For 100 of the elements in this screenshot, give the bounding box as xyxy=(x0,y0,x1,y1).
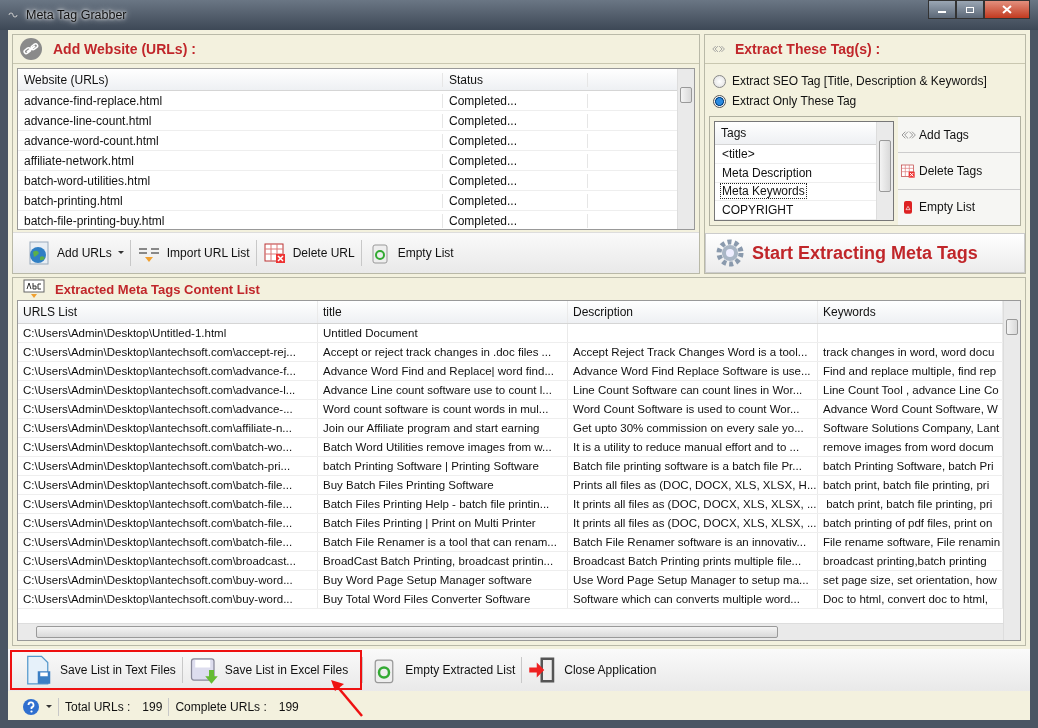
table-cell-text: batch print, batch file printing, pri xyxy=(825,498,993,510)
table-cell: broadcast printing,batch printing xyxy=(823,555,987,567)
table-cell: Advance Word Find Replace Software is use... xyxy=(573,365,811,377)
column-header[interactable]: Description xyxy=(568,301,818,323)
close-icon xyxy=(1002,5,1012,14)
table-cell: Find and replace multiple, find rep xyxy=(823,365,997,377)
scrollbar[interactable] xyxy=(677,69,694,229)
table-cell: Accept Reject Track Changes Word is a tool... xyxy=(573,346,808,358)
table-cell: Accept or reject track changes in .doc files ... xyxy=(323,346,552,358)
status-value: 199 xyxy=(142,700,163,714)
table-cell: C:\Users\Admin\Desktop\lantechsoft.com\broadcast... xyxy=(23,555,296,567)
close-button[interactable] xyxy=(984,0,1030,19)
toolbar-button[interactable]: Delete URL xyxy=(256,239,361,267)
table-cell: Advance Word Find and Replace| word find... xyxy=(323,365,554,377)
table-cell: batch-printing.html xyxy=(18,193,443,208)
table-cell: batch printing of pdf files, print on xyxy=(823,517,993,529)
table-cell: Advance Word Count Software, W xyxy=(823,403,998,415)
table-cell: affiliate-network.html xyxy=(18,153,443,168)
gear-icon xyxy=(716,239,744,267)
radio-label[interactable]: Extract Only These Tag xyxy=(732,94,857,108)
section-heading: Extracted Meta Tags Content List xyxy=(55,281,260,297)
column-header[interactable]: title xyxy=(318,301,568,323)
table-cell: Buy Total Word Files Converter Software xyxy=(323,593,531,605)
toolbar-button[interactable]: Add URLs xyxy=(21,239,130,267)
list-item[interactable]: COPYRIGHT xyxy=(720,202,796,219)
table-cell: batch Printing Software, batch Pri xyxy=(823,460,994,472)
table-cell: Join our Affiliate program and start earning xyxy=(323,422,540,434)
scrollbar[interactable] xyxy=(876,122,893,220)
table-cell: advance-word-count.html xyxy=(18,133,443,148)
tag-action-button[interactable]: Delete Tags xyxy=(898,153,1020,190)
status-value: 199 xyxy=(278,700,299,714)
column-header[interactable]: Website (URLs) xyxy=(18,72,443,87)
toolbar-button[interactable]: Empty List xyxy=(361,239,460,267)
table-cell: set page size, set orientation, how xyxy=(823,574,997,586)
table-cell: Buy Word Page Setup Manager software xyxy=(323,574,532,586)
caret-icon[interactable] xyxy=(46,705,52,709)
window-title: Meta Tag Grabber xyxy=(26,8,127,22)
table-cell: C:\Users\Admin\Desktop\lantechsoft.com\batch-wo... xyxy=(23,441,293,453)
table-cell: Buy Batch Files Printing Software xyxy=(323,479,494,491)
table-cell: C:\Users\Admin\Desktop\lantechsoft.com\batch-file... xyxy=(23,536,293,548)
minimize-button[interactable] xyxy=(928,0,956,19)
table-cell: remove images from word docum xyxy=(823,441,994,453)
table-cell: Software which can converts multiple word... xyxy=(573,593,800,605)
help-icon[interactable] xyxy=(22,698,40,716)
start-button[interactable]: Start Extracting Meta Tags xyxy=(705,233,1025,273)
table-cell: advance-find-replace.html xyxy=(18,93,443,108)
delete-table-icon xyxy=(262,241,287,265)
table-cell: Line Count Tool , advance Line Co xyxy=(823,384,999,396)
globe-icon xyxy=(27,241,51,265)
table-cell: C:\Users\Admin\Desktop\lantechsoft.com\buy-word... xyxy=(23,574,293,586)
save-disk-icon xyxy=(188,655,219,685)
table-cell: C:\Users\Admin\Desktop\lantechsoft.com\advance-... xyxy=(23,403,293,415)
maximize-button[interactable] xyxy=(956,0,984,19)
link-icon xyxy=(19,37,43,61)
table-cell: C:\Users\Admin\Desktop\Untitled-1.html xyxy=(23,327,227,339)
table-cell: Word Count Software is used to count Wor... xyxy=(573,403,800,415)
table-cell: Use Word Page Setup Manager to setup ma... xyxy=(573,574,809,586)
radio-button[interactable] xyxy=(713,74,726,88)
table-cell: batch print, batch file printing, pri xyxy=(823,479,990,491)
table-cell: Batch Files Printing | Print on Multi Printer xyxy=(323,517,536,529)
app-icon xyxy=(8,11,18,19)
table-cell: batch Printing Software | Printing Software xyxy=(323,460,539,472)
table-cell: File rename software, File renamin xyxy=(823,536,1001,548)
list-item[interactable]: <title> xyxy=(720,145,757,162)
table-cell: Batch file printing software is a batch file Pr... xyxy=(573,460,802,472)
column-header[interactable]: Status xyxy=(443,72,588,87)
table-cell: BroadCast Batch Printing, broadcast printin... xyxy=(323,555,554,567)
table-cell: Broadcast Batch Printing prints multiple file... xyxy=(573,555,802,567)
toolbar-button[interactable]: Close Application xyxy=(522,653,663,687)
toolbar-button[interactable]: Empty Extracted List xyxy=(363,653,522,687)
table-cell: batch-word-utilities.html xyxy=(18,173,443,188)
list-item[interactable]: Meta Description xyxy=(720,164,815,181)
scrollbar[interactable] xyxy=(18,623,1003,640)
table-cell: batch-file-printing-buy.html xyxy=(18,213,443,228)
table-cell: Completed... xyxy=(443,133,588,148)
table-cell: C:\Users\Admin\Desktop\lantechsoft.com\affiliate-n... xyxy=(23,422,292,434)
table-cell: Word count software is count words in mul... xyxy=(323,403,549,415)
table-cell: Batch Word Utilities remove images from w... xyxy=(323,441,552,453)
list-item[interactable]: Meta Keywords xyxy=(720,183,807,200)
tag-action-button[interactable]: Empty List xyxy=(898,189,1020,225)
table-cell: C:\Users\Admin\Desktop\lantechsoft.com\batch-file... xyxy=(23,498,293,510)
table-cell: Completed... xyxy=(443,193,588,208)
toolbar-button[interactable]: Import URL List xyxy=(130,239,256,267)
toolbar-button[interactable]: Save List in Excel Files xyxy=(182,653,355,687)
table-cell: Advance Line count software use to count l... xyxy=(323,384,552,396)
tag-action-button[interactable]: Add Tags xyxy=(898,117,1020,154)
table-cell: Completed... xyxy=(443,113,588,128)
toolbar-button[interactable]: Save List in Text Files xyxy=(18,653,182,687)
abc-icon xyxy=(23,279,45,299)
radio-label[interactable]: Extract SEO Tag [Title, Description & Keywords] xyxy=(732,74,987,88)
column-header[interactable]: URLS List xyxy=(18,301,318,323)
table-cell: Batch File Renamer is a tool that can renam... xyxy=(323,536,557,548)
radio-button[interactable] xyxy=(713,94,726,108)
table-cell: Completed... xyxy=(443,173,588,188)
table-cell: C:\Users\Admin\Desktop\lantechsoft.com\batch-file... xyxy=(23,479,293,491)
table-cell: track changes in word, word docu xyxy=(823,346,995,358)
table-cell: C:\Users\Admin\Desktop\lantechsoft.com\advance-l... xyxy=(23,384,296,396)
scrollbar[interactable] xyxy=(1003,301,1020,640)
table-cell: C:\Users\Admin\Desktop\lantechsoft.com\buy-word... xyxy=(23,593,293,605)
section-heading: Add Website (URLs) : xyxy=(53,41,196,57)
